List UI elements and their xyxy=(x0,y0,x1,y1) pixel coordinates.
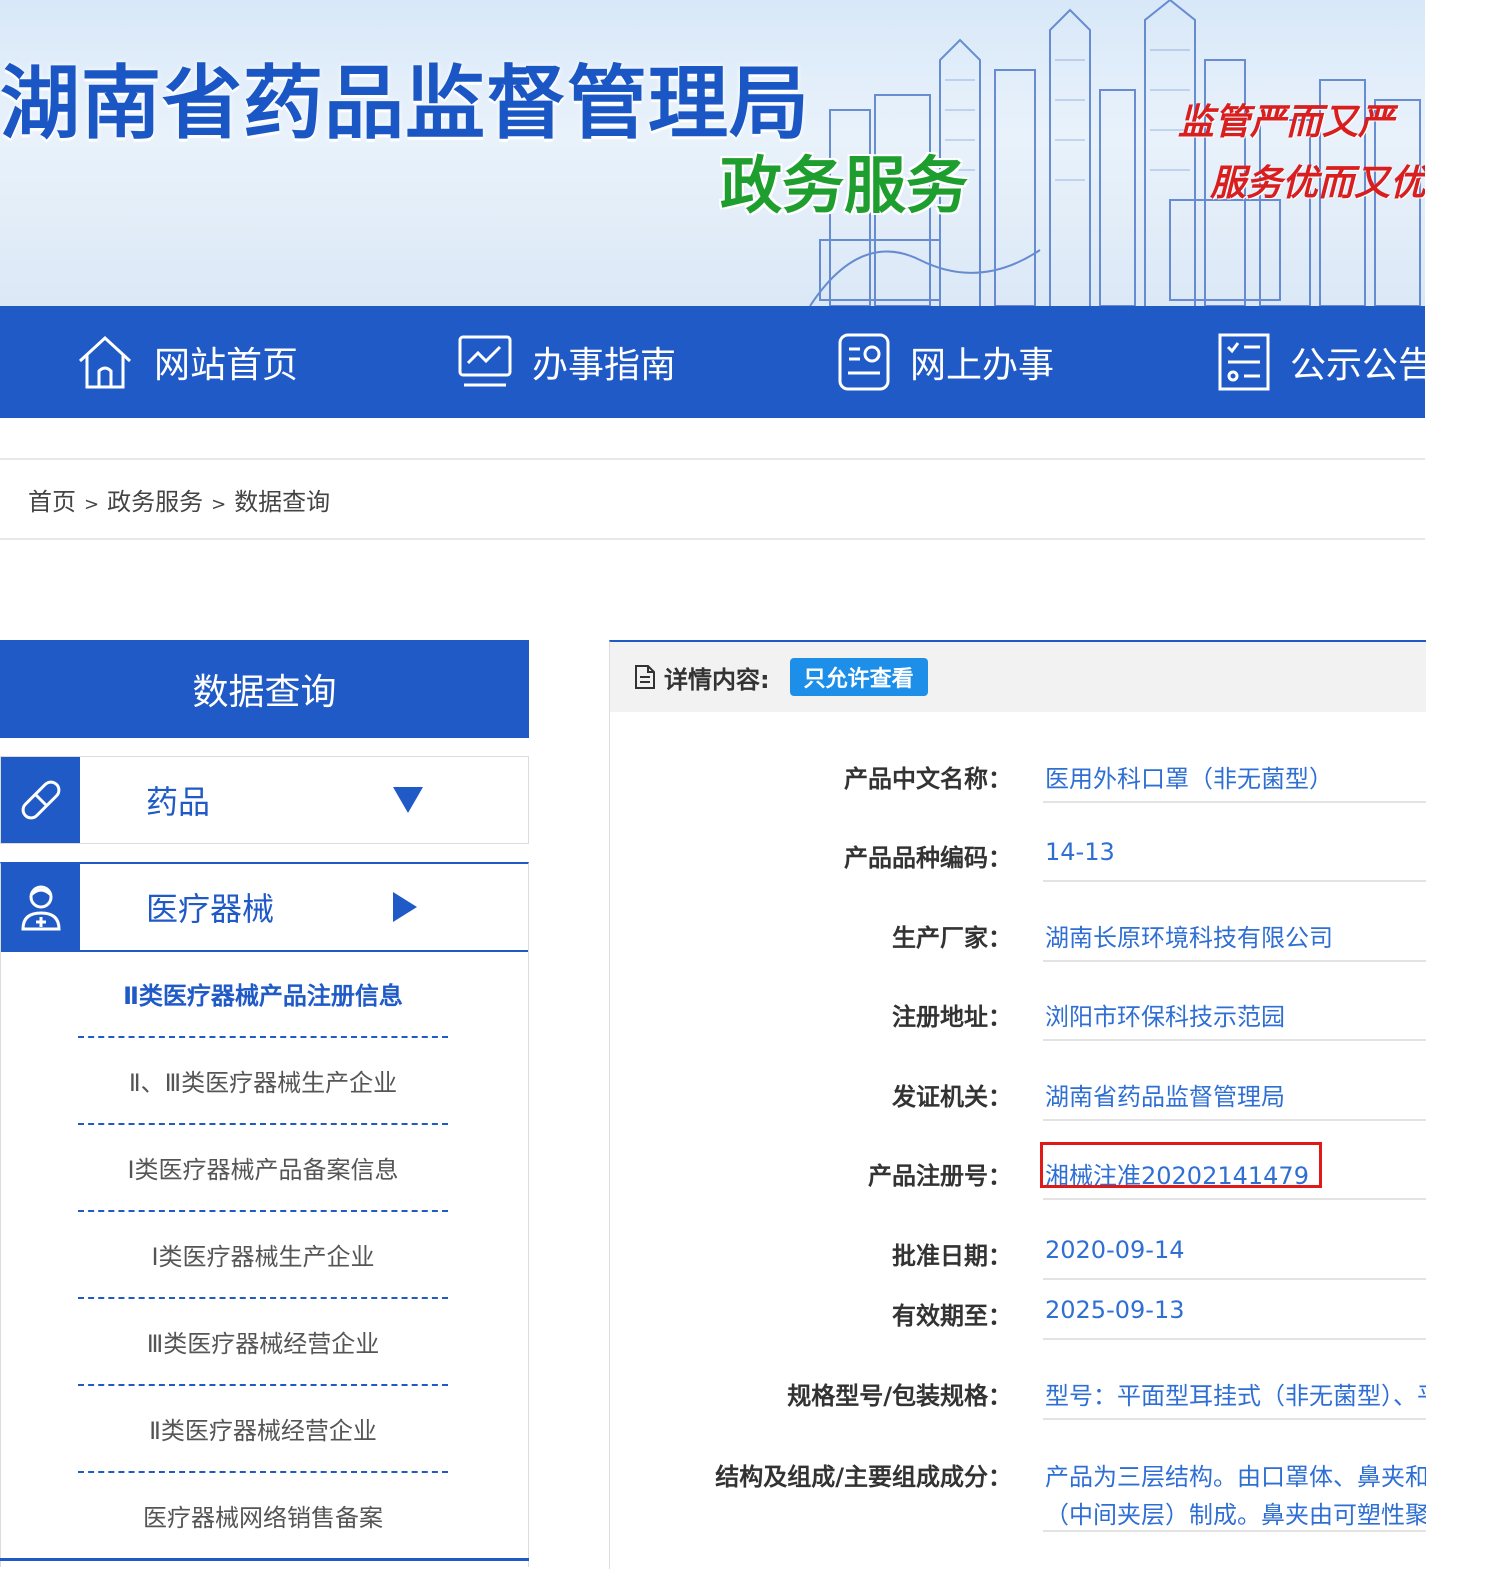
row-divider xyxy=(1043,1198,1426,1200)
row-divider xyxy=(1043,1039,1426,1041)
detail-header-title: 详情内容: xyxy=(664,665,770,694)
field-value: 湖南省药品监督管理局 xyxy=(1045,1083,1285,1111)
sidebar-title: 数据查询 xyxy=(0,640,529,738)
detail-panel: 详情内容: 只允许查看 产品中文名称： 医用外科口罩（非无菌型） 产品品种编码：… xyxy=(609,640,1426,1569)
doctor-icon-box xyxy=(1,864,80,950)
sidebar-category-drugs[interactable]: 药品 xyxy=(0,756,529,844)
header-banner: 湖南省药品监督管理局 政务服务 监管严而又严 服务优而又优 xyxy=(0,0,1425,306)
sidebar-bottom-border xyxy=(0,1558,529,1561)
row-divider xyxy=(1043,1530,1426,1532)
breadcrumb-separator: > xyxy=(211,494,227,515)
main-nav: 网站首页 办事指南 网上办事 公示公告 xyxy=(0,306,1425,418)
sidebar-item-class1-manufacturers[interactable]: Ⅰ类医疗器械生产企业 xyxy=(78,1211,448,1299)
field-label: 批准日期： xyxy=(892,1242,1012,1270)
detail-header: 详情内容: 只允许查看 xyxy=(610,642,1426,712)
field-value: 产品为三层结构。由口罩体、鼻夹和口 xyxy=(1045,1463,1426,1491)
nav-item-label: 网上办事 xyxy=(910,345,1055,386)
breadcrumb-gov-service[interactable]: 政务服务 xyxy=(107,488,203,516)
breadcrumb-home[interactable]: 首页 xyxy=(28,488,76,516)
doctor-icon xyxy=(20,885,61,931)
field-value: 2025-09-13 xyxy=(1045,1296,1185,1324)
nav-item-label: 网站首页 xyxy=(154,345,299,386)
row-divider xyxy=(1043,960,1426,962)
row-divider xyxy=(1043,1338,1426,1340)
field-value: 湖南长原环境科技有限公司 xyxy=(1045,924,1333,952)
online-service-icon xyxy=(838,333,890,391)
guide-icon xyxy=(458,335,512,387)
sidebar-item-class2-registration[interactable]: Ⅱ类医疗器械产品注册信息 xyxy=(78,950,448,1038)
row-divider xyxy=(1043,880,1426,882)
row-divider xyxy=(1043,801,1426,803)
sidebar-item-class1-filing[interactable]: Ⅰ类医疗器械产品备案信息 xyxy=(78,1124,448,1212)
field-label: 产品注册号： xyxy=(868,1162,1012,1190)
field-value: 2020-09-14 xyxy=(1045,1236,1185,1264)
pill-icon xyxy=(21,780,60,820)
sidebar-item-class2-3-manufacturers[interactable]: Ⅱ、Ⅲ类医疗器械生产企业 xyxy=(78,1037,448,1125)
nav-item-notice[interactable]: 公示公告 xyxy=(1216,306,1425,418)
document-icon xyxy=(635,665,655,689)
field-label: 发证机关： xyxy=(892,1083,1012,1111)
sidebar-item-class3-distributors[interactable]: Ⅲ类医疗器械经营企业 xyxy=(78,1298,448,1386)
sidebar-item-online-sales-filing[interactable]: 医疗器械网络销售备案 xyxy=(78,1472,448,1558)
sidebar-item-class2-distributors[interactable]: Ⅱ类医疗器械经营企业 xyxy=(78,1385,448,1473)
nav-item-home[interactable]: 网站首页 xyxy=(74,306,298,418)
sidebar-category-label: 药品 xyxy=(146,783,211,821)
arrow-box xyxy=(393,757,423,843)
field-value: 浏阳市环保科技示范园 xyxy=(1045,1003,1285,1031)
sidebar-category-label: 医疗器械 xyxy=(146,890,275,928)
field-label: 注册地址： xyxy=(892,1003,1012,1031)
site-subtitle: 政务服务 xyxy=(720,149,969,222)
field-label: 产品中文名称： xyxy=(844,765,1012,793)
nav-item-label: 办事指南 xyxy=(532,345,677,386)
field-label: 有效期至： xyxy=(892,1302,1012,1330)
registration-number-highlight-box xyxy=(1040,1142,1322,1188)
field-label: 生产厂家： xyxy=(892,924,1012,952)
field-value: 型号：平面型耳挂式（非无菌型）、平 xyxy=(1045,1382,1426,1410)
field-label: 规格型号/包装规格： xyxy=(787,1382,1012,1410)
notice-icon xyxy=(1218,333,1270,391)
pill-icon-box xyxy=(1,757,80,843)
breadcrumb-bar: 首页 > 政务服务 > 数据查询 xyxy=(0,458,1425,540)
sidebar-sub-list: Ⅱ类医疗器械产品注册信息 Ⅱ、Ⅲ类医疗器械生产企业 Ⅰ类医疗器械产品备案信息 Ⅰ… xyxy=(0,950,529,1567)
field-label: 结构及组成/主要组成成分： xyxy=(715,1463,1012,1491)
nav-item-guide[interactable]: 办事指南 xyxy=(456,306,676,418)
home-icon xyxy=(78,335,132,389)
row-divider xyxy=(1043,1418,1426,1420)
site-title: 湖南省药品监督管理局 xyxy=(0,57,810,150)
field-value: 14-13 xyxy=(1045,838,1115,866)
breadcrumb-separator: > xyxy=(84,494,100,515)
field-value-line-2: （中间夹层）制成。鼻夹由可塑性聚丙 xyxy=(1045,1501,1426,1529)
row-divider xyxy=(1043,1278,1426,1280)
sidebar-category-medical-devices[interactable]: 医疗器械 xyxy=(0,862,529,952)
read-only-badge: 只允许查看 xyxy=(789,658,928,696)
breadcrumb: 首页 > 政务服务 > 数据查询 xyxy=(28,482,330,517)
nav-item-label: 公示公告 xyxy=(1290,345,1425,386)
field-label: 产品品种编码： xyxy=(844,844,1012,872)
field-value: 医用外科口罩（非无菌型） xyxy=(1045,765,1333,793)
slogan-line-1: 监管严而又严 xyxy=(1178,101,1395,143)
arrow-box xyxy=(393,864,417,950)
triangle-right-icon xyxy=(393,892,417,922)
row-divider xyxy=(1043,1119,1426,1121)
triangle-down-icon xyxy=(393,787,423,813)
breadcrumb-current: 数据查询 xyxy=(234,488,331,516)
nav-item-online[interactable]: 网上办事 xyxy=(836,306,1054,418)
slogan-line-2: 服务优而又优 xyxy=(1210,162,1425,204)
